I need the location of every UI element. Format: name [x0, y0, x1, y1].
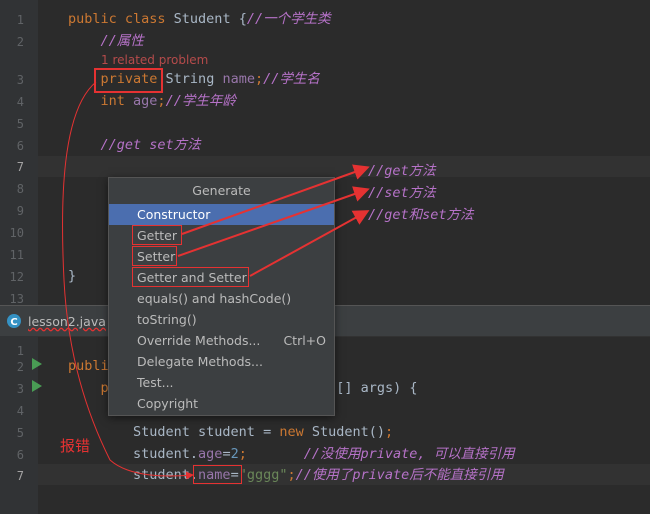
arrow-getset — [249, 210, 370, 277]
arrow-setter — [177, 186, 370, 257]
arrow-error-curve — [62, 81, 194, 480]
annotation-arrows — [62, 81, 370, 480]
arrow-getter — [181, 164, 370, 235]
